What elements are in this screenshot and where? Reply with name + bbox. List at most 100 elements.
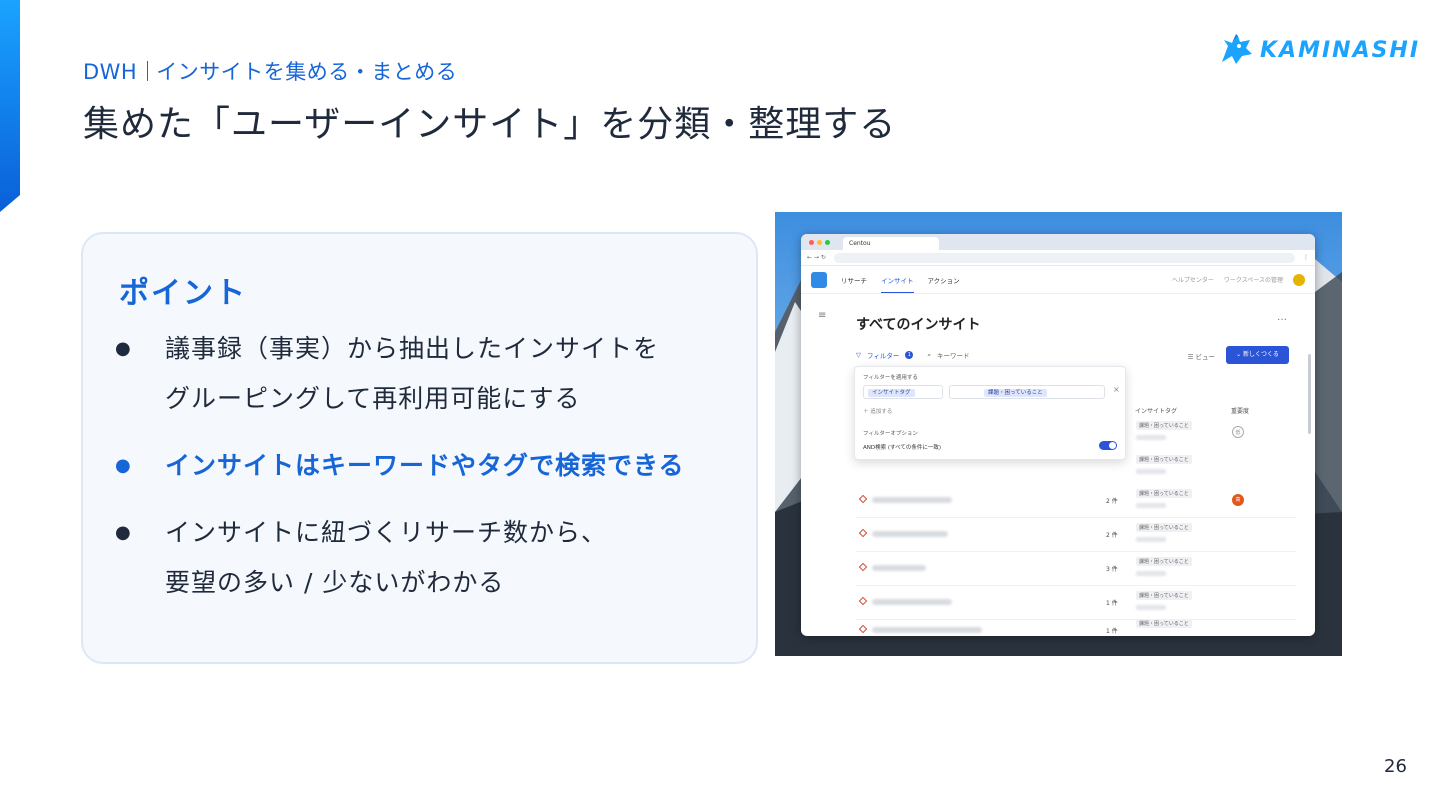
filter-options-label: フィルターオプション (863, 431, 918, 437)
app-logo[interactable] (811, 271, 827, 288)
add-filter-button[interactable]: ＋ 追加する (863, 407, 892, 415)
browser-window: Centou ← → ↻ ⋮ リサーチ インサイト アクション ヘルプセンター … (801, 234, 1315, 636)
filter-row: ▽ フィルター 1 ⌕ キーワード (856, 350, 970, 361)
workspace-settings-link[interactable]: ワークスペースの管理 (1224, 275, 1283, 284)
bullet-icon: ● (115, 455, 131, 476)
remove-filter-icon[interactable]: × (1113, 385, 1120, 394)
filter-button[interactable]: フィルター (867, 350, 899, 360)
filter-field-chip: インサイトタグ (868, 389, 915, 397)
and-search-label: AND検索 (すべての条件に一致) (863, 445, 942, 451)
tab-research[interactable]: リサーチ (841, 275, 867, 285)
breadcrumb-section: DWH (83, 60, 138, 84)
minimize-window-icon[interactable] (817, 239, 822, 245)
browser-tab[interactable]: Centou (843, 237, 939, 250)
point-line: 要望の多い / 少ないがわかる (165, 568, 505, 597)
insight-icon (858, 624, 868, 634)
menu-icon[interactable]: ⋮ (1303, 254, 1309, 261)
column-header-tag[interactable]: インサイトタグ (1135, 406, 1177, 415)
page-title: 集めた「ユーザーインサイト」を分類・整理する (83, 104, 897, 145)
row-count: 1 件 (1106, 628, 1118, 635)
chevron-down-icon: ⌄ (1236, 351, 1242, 358)
table-row[interactable]: 1 件 課題・困っていること (856, 614, 1296, 636)
tab-insight[interactable]: インサイト (881, 275, 914, 293)
row-tag: 課題・困っていること (1136, 489, 1192, 498)
row-title (872, 531, 948, 537)
browser-tab-label: Centou (849, 240, 871, 247)
page-number: 26 (1384, 756, 1407, 777)
table-row[interactable]: 2 件 課題・困っていること (856, 518, 1296, 552)
browser-toolbar: ← → ↻ ⋮ (801, 250, 1315, 266)
logo-text: KAMINASHI (1260, 37, 1421, 63)
row-tag: 課題・困っていること (1136, 421, 1192, 430)
point-line: インサイトはキーワードやタグで検索できる (165, 451, 685, 480)
address-bar[interactable] (833, 252, 1295, 263)
point-text: インサイトに紐づくリサーチ数から、 要望の多い / 少ないがわかる (165, 508, 607, 608)
points-card: ポイント ● 議事録（事実）から抽出したインサイトを グルーピングして再利用可能… (81, 232, 758, 664)
close-window-icon[interactable] (809, 239, 814, 245)
goat-icon (1222, 34, 1252, 64)
view-label: ビュー (1195, 353, 1216, 361)
nav-right: ヘルプセンター ワークスペースの管理 (1172, 273, 1305, 286)
row-tag: 課題・困っていること (1136, 557, 1192, 566)
new-insight-button[interactable]: ⌄ 新しくつくる (1226, 346, 1289, 364)
breadcrumb: DWH インサイトを集める・まとめる (83, 56, 457, 86)
row-title (872, 497, 952, 503)
and-search-toggle[interactable] (1099, 441, 1117, 450)
scrollbar[interactable] (1308, 354, 1311, 434)
breadcrumb-divider (147, 61, 149, 81)
row-tag-extra (1136, 435, 1166, 440)
filter-icon: ▽ (856, 351, 861, 359)
bullet-icon: ● (115, 522, 131, 543)
row-tag-extra (1136, 605, 1166, 610)
help-center-link[interactable]: ヘルプセンター (1172, 275, 1214, 284)
accent-bar (0, 0, 20, 212)
new-button-label: 新しくつくる (1243, 351, 1279, 358)
priority-badge: 低 (1232, 426, 1244, 438)
back-icon[interactable]: ← (807, 254, 812, 261)
row-tag: 課題・困っていること (1136, 591, 1192, 600)
filter-value-chip: 課題・困っていること (984, 389, 1047, 397)
point-text: インサイトはキーワードやタグで検索できる (165, 441, 685, 491)
row-title (872, 599, 952, 605)
filter-value-select[interactable]: 課題・困っていること (949, 385, 1105, 399)
row-title (872, 627, 982, 633)
point-line: 議事録（事実）から抽出したインサイトを (165, 334, 660, 363)
table-row[interactable]: 3 件 課題・困っていること (856, 552, 1296, 586)
insight-icon (858, 494, 868, 504)
insights-content: ≡ すべてのインサイト … ▽ フィルター 1 ⌕ キーワード ☰ ビュー ⌄ … (801, 294, 1315, 636)
tab-action[interactable]: アクション (928, 275, 960, 285)
search-icon: ⌕ (927, 350, 932, 359)
row-tag-extra (1136, 537, 1166, 542)
row-count: 2 件 (1106, 532, 1118, 539)
insight-icon (858, 562, 868, 572)
point-item-highlight: ● インサイトはキーワードやタグで検索できる (115, 441, 685, 491)
reload-icon[interactable]: ↻ (821, 254, 826, 261)
maximize-window-icon[interactable] (825, 239, 830, 245)
avatar[interactable] (1293, 273, 1305, 286)
app-nav: リサーチ インサイト アクション ヘルプセンター ワークスペースの管理 (801, 266, 1315, 294)
point-item: ● インサイトに紐づくリサーチ数から、 要望の多い / 少ないがわかる (115, 508, 607, 608)
browser-tabbar: Centou (801, 234, 1315, 250)
keyword-search[interactable]: キーワード (937, 350, 970, 360)
row-tag-extra (1136, 571, 1166, 576)
column-header-priority[interactable]: 重要度 (1231, 406, 1249, 415)
forward-icon[interactable]: → (814, 254, 819, 261)
row-tag: 課題・困っていること (1136, 455, 1192, 464)
row-title (872, 565, 926, 571)
hamburger-icon[interactable]: ≡ (818, 310, 826, 321)
row-tag-extra (1136, 503, 1166, 508)
filter-field-select[interactable]: インサイトタグ (863, 385, 943, 399)
point-line: インサイトに紐づくリサーチ数から、 (165, 518, 608, 547)
point-line: グルーピングして再利用可能にする (165, 384, 581, 413)
point-text: 議事録（事実）から抽出したインサイトを グルーピングして再利用可能にする (165, 324, 659, 424)
table-row[interactable]: 2 件 課題・困っていること 高 (856, 484, 1296, 518)
filter-popover: フィルターを適用する インサイトタグ 課題・困っていること × ＋ 追加する フ… (854, 366, 1126, 460)
point-item: ● 議事録（事実）から抽出したインサイトを グルーピングして再利用可能にする (115, 324, 659, 424)
view-button[interactable]: ☰ ビュー (1188, 351, 1215, 361)
priority-badge: 高 (1232, 494, 1244, 506)
view-icon: ☰ (1187, 353, 1194, 361)
app-screenshot: Centou ← → ↻ ⋮ リサーチ インサイト アクション ヘルプセンター … (775, 212, 1342, 656)
kaminashi-logo: KAMINASHI (1218, 32, 1420, 68)
filter-count-badge: 1 (905, 351, 914, 359)
more-icon[interactable]: … (1277, 312, 1287, 323)
